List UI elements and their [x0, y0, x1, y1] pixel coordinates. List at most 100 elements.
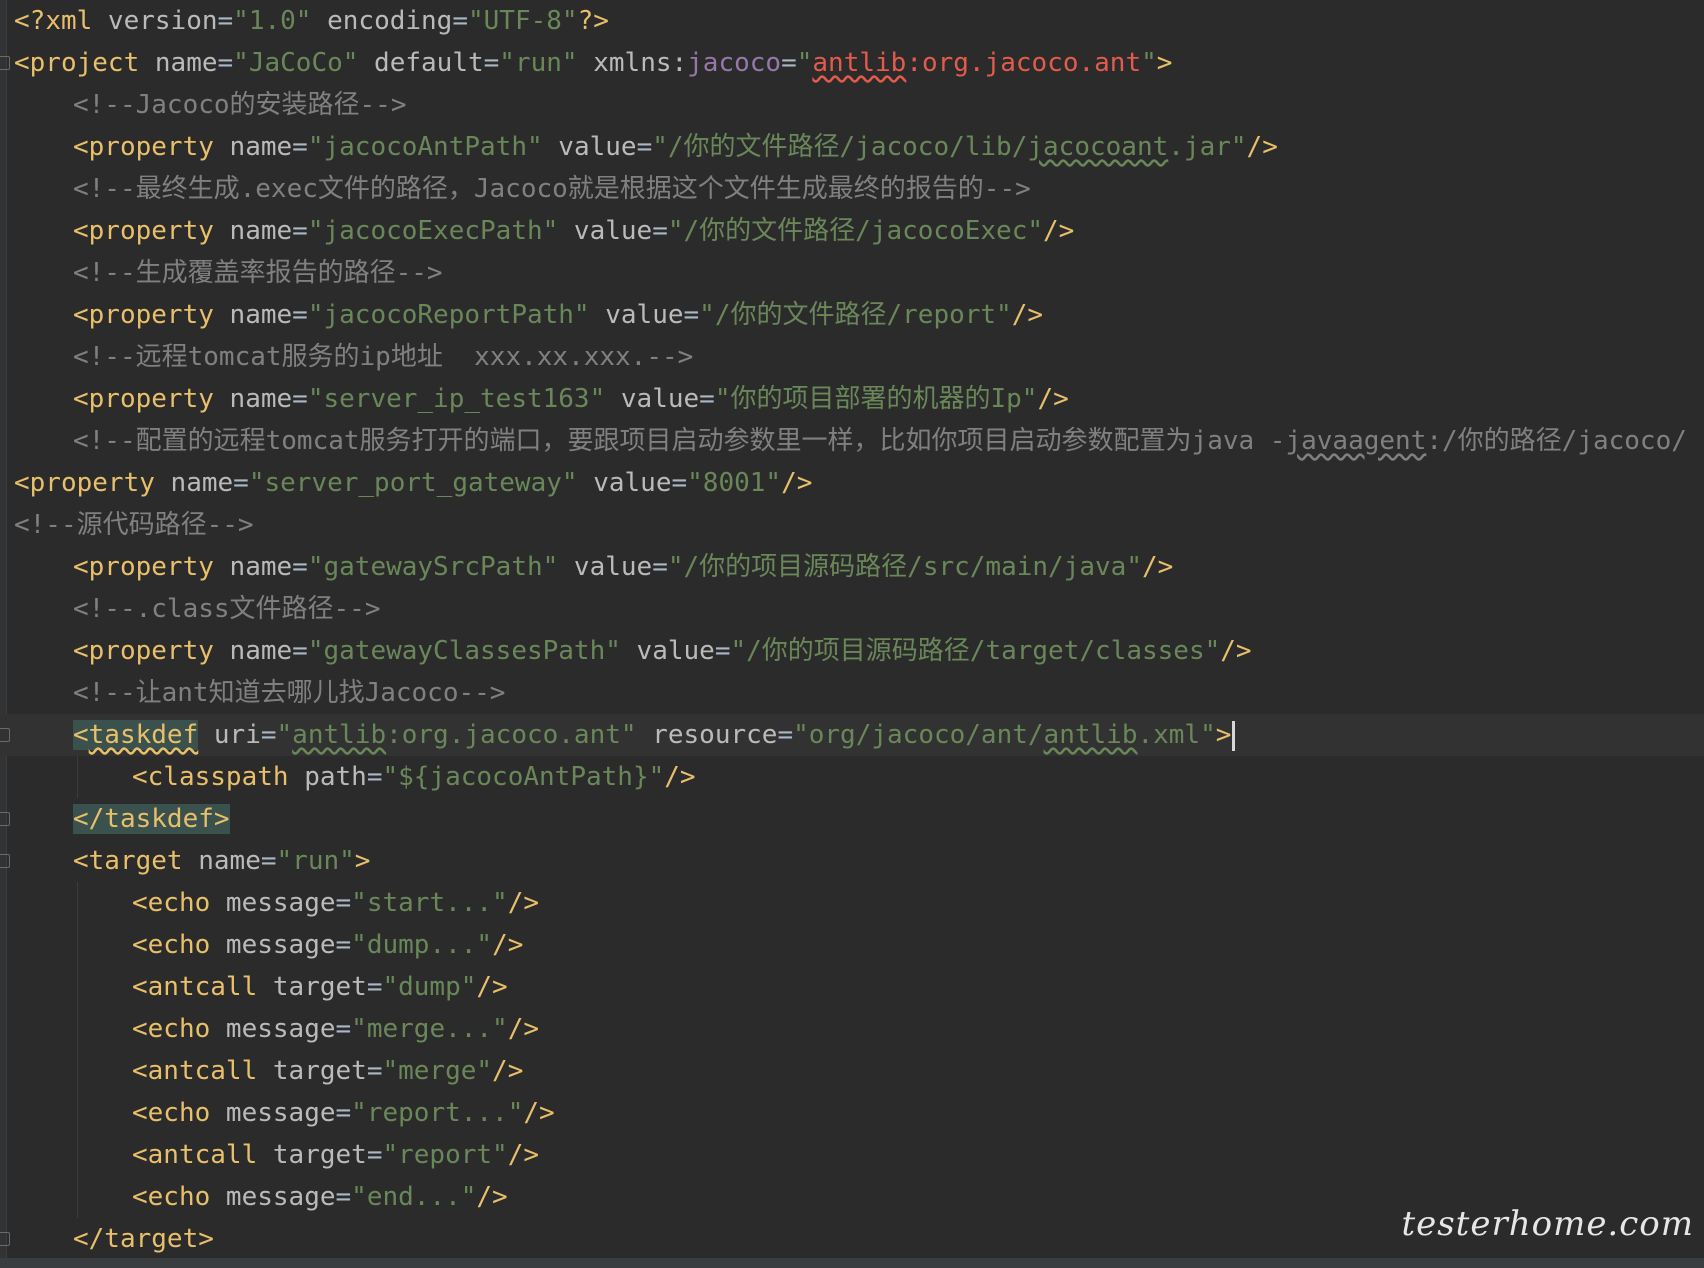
code-line[interactable]: <property name="jacocoExecPath" value="/… — [0, 210, 1704, 252]
code-token: <property — [73, 636, 214, 666]
code-token: = — [671, 468, 688, 498]
code-token: = — [335, 1098, 352, 1128]
code-line[interactable]: <!--生成覆盖率报告的路径--> — [0, 252, 1704, 294]
code-token: "JaCoCo" — [233, 48, 359, 78]
code-token: = — [781, 48, 797, 78]
code-token: /> — [1246, 132, 1278, 162]
code-text: <property name="gatewayClassesPath" valu… — [73, 630, 1252, 672]
code-token: = — [292, 636, 308, 666]
code-line[interactable]: <echo message="start..."/> — [0, 882, 1704, 924]
code-token: = — [366, 1140, 383, 1170]
code-text: <target name="run"> — [73, 840, 370, 882]
code-text: <!--生成覆盖率报告的路径--> — [73, 252, 443, 294]
code-line[interactable]: <property name="jacocoAntPath" value="/你… — [0, 126, 1704, 168]
code-token: = — [714, 636, 731, 666]
code-token: = — [335, 888, 352, 918]
code-line[interactable]: <!--最终生成.exec文件的路径，Jacoco就是根据这个文件生成最终的报告… — [0, 168, 1704, 210]
code-line[interactable]: <?xml version="1.0" encoding="UTF-8"?> — [0, 0, 1704, 42]
code-line[interactable]: <!--源代码路径--> — [0, 504, 1704, 546]
code-text: <project name="JaCoCo" default="run" xml… — [14, 42, 1172, 84]
indent-guide — [77, 756, 78, 798]
code-token: "jacocoExecPath" — [307, 216, 559, 246]
code-line[interactable]: <echo message="merge..."/> — [0, 1008, 1704, 1050]
horizontal-scrollbar[interactable] — [0, 1258, 1704, 1268]
code-token: = — [335, 930, 352, 960]
indent-guide — [77, 1176, 78, 1218]
code-token: /> — [492, 1056, 524, 1086]
code-line[interactable]: <project name="JaCoCo" default="run" xml… — [0, 42, 1704, 84]
code-line[interactable]: <!--.class文件路径--> — [0, 588, 1704, 630]
code-line[interactable]: <antcall target="dump"/> — [0, 966, 1704, 1008]
code-token: " — [1141, 48, 1157, 78]
code-line[interactable]: <echo message="report..."/> — [0, 1092, 1704, 1134]
fold-marker-icon[interactable] — [0, 56, 10, 70]
fold-marker-icon[interactable] — [0, 854, 10, 868]
fold-marker-icon[interactable] — [0, 1232, 10, 1246]
code-line[interactable]: <property name="server_ip_test163" value… — [0, 378, 1704, 420]
code-line[interactable]: <echo message="dump..."/> — [0, 924, 1704, 966]
code-token: value — [605, 384, 700, 414]
indent-guide — [77, 1050, 78, 1092]
code-token: "run" — [276, 846, 355, 876]
code-text: <!--Jacoco的安装路径--> — [73, 84, 407, 126]
code-token: name — [139, 48, 218, 78]
code-line[interactable]: <property name="jacocoReportPath" value=… — [0, 294, 1704, 336]
code-token: ?> — [577, 6, 609, 36]
code-line[interactable]: <taskdef uri="antlib:org.jacoco.ant" res… — [0, 714, 1704, 756]
indent-guide — [77, 1134, 78, 1176]
code-token: <!--源代码路径--> — [14, 510, 254, 540]
code-line[interactable]: <!--配置的远程tomcat服务打开的端口，要跟项目启动参数里一样，比如你项目… — [0, 420, 1704, 462]
code-line[interactable]: <!--远程tomcat服务的ip地址 xxx.xx.xxx.--> — [0, 336, 1704, 378]
code-token: <antcall — [132, 1056, 258, 1086]
code-token: <? — [14, 6, 46, 36]
code-text: <property name="jacocoAntPath" value="/你… — [73, 126, 1278, 168]
code-token: name — [213, 216, 293, 246]
code-token: = — [335, 1014, 352, 1044]
code-line[interactable]: <antcall target="merge"/> — [0, 1050, 1704, 1092]
code-token: "jacocoReportPath" — [307, 300, 590, 330]
code-line[interactable]: <property name="gatewaySrcPath" value="/… — [0, 546, 1704, 588]
code-text: <!--源代码路径--> — [14, 504, 254, 546]
code-token: name — [154, 468, 234, 498]
code-token: "jacocoAntPath" — [307, 132, 543, 162]
code-token: message — [210, 888, 336, 918]
code-text: <property name="server_port_gateway" val… — [14, 462, 812, 504]
code-line[interactable]: <!--Jacoco的安装路径--> — [0, 84, 1704, 126]
code-token: </taskdef> — [73, 804, 230, 834]
code-token: xmlns: — [577, 48, 688, 78]
code-token: :org.jacoco.ant" — [386, 720, 637, 750]
fold-marker-icon[interactable] — [0, 728, 10, 742]
code-line[interactable]: <target name="run"> — [0, 840, 1704, 882]
code-text: <echo message="merge..."/> — [132, 1008, 539, 1050]
code-token: antlib — [292, 720, 387, 750]
code-editor[interactable]: <?xml version="1.0" encoding="UTF-8"?> <p… — [0, 0, 1704, 1258]
code-area[interactable]: <?xml version="1.0" encoding="UTF-8"?> <p… — [0, 0, 1704, 1258]
code-token: message — [210, 1098, 336, 1128]
code-token: <property — [14, 468, 155, 498]
fold-marker-icon[interactable] — [0, 812, 10, 826]
code-token: value — [558, 552, 653, 582]
code-token: "gatewayClassesPath" — [307, 636, 621, 666]
code-token: taskdef — [88, 720, 199, 750]
code-line[interactable]: <property name="server_port_gateway" val… — [0, 462, 1704, 504]
code-token: " — [276, 720, 293, 750]
code-text: </taskdef> — [73, 798, 230, 840]
code-token: target — [257, 1140, 367, 1170]
code-line[interactable]: </taskdef> — [0, 798, 1704, 840]
code-line[interactable]: <property name="gatewayClassesPath" valu… — [0, 630, 1704, 672]
code-token: <project — [14, 48, 140, 78]
code-token: "gatewaySrcPath" — [307, 552, 559, 582]
code-text: <echo message="report..."/> — [132, 1092, 555, 1134]
code-token: "8001" — [687, 468, 782, 498]
code-token: .jar" — [1168, 132, 1247, 162]
code-line[interactable]: <classpath path="${jacocoAntPath}"/> — [0, 756, 1704, 798]
code-text: <antcall target="dump"/> — [132, 966, 508, 1008]
code-token: <echo — [132, 1098, 211, 1128]
code-token: = — [217, 48, 234, 78]
code-line[interactable]: <!--让ant知道去哪儿找Jacoco--> — [0, 672, 1704, 714]
code-token: <!--配置的远程tomcat服务打开的端口，要跟项目启动参数里一样，比如你项目… — [73, 426, 1286, 456]
code-token: "/你的文件路径/jacoco/lib/ — [652, 132, 1028, 162]
code-line[interactable]: <antcall target="report"/> — [0, 1134, 1704, 1176]
code-text: <?xml version="1.0" encoding="UTF-8"?> — [14, 0, 609, 42]
code-token: <!--远程tomcat服务的ip地址 xxx.xx.xxx.--> — [73, 342, 694, 372]
